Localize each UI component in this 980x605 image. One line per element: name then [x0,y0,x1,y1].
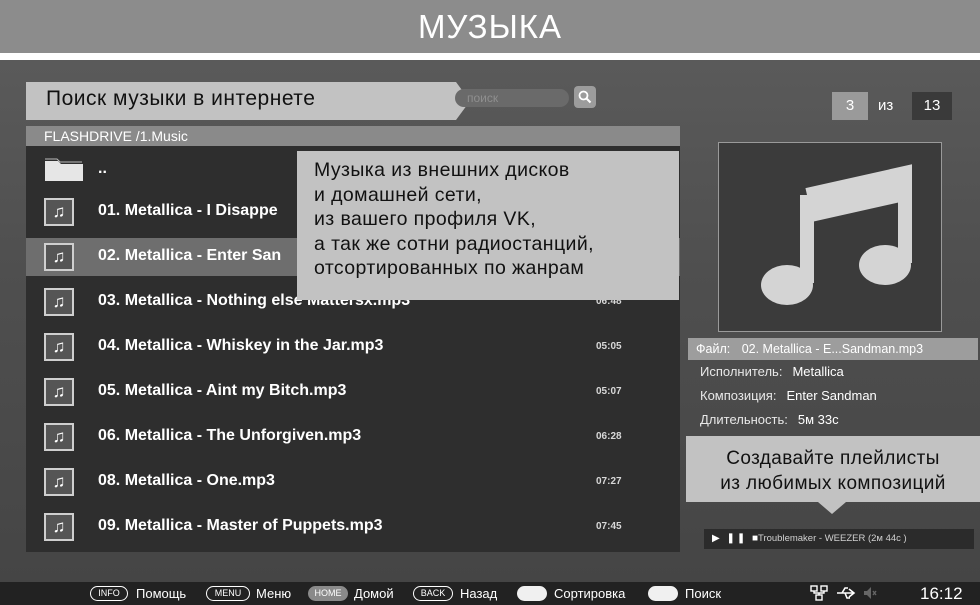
counter-current: 3 [832,92,868,120]
sort-hint[interactable]: Сортировка [554,582,625,605]
player-controls[interactable]: ▶ ❚❚ ■ [712,529,760,549]
track-duration: 05:05 [596,341,622,352]
parent-folder-label: .. [98,160,107,177]
back-key-icon: BACK [413,586,453,601]
callout-line: из вашего профиля VK, [314,208,537,230]
menu-hint[interactable]: Меню [256,582,291,605]
usb-icon [837,587,856,599]
duration-label: Длительность: [700,412,788,427]
artist-info-row: Исполнитель: Metallica [700,364,844,379]
track-name: 09. Metallica - Master of Puppets.mp3 [98,517,383,534]
music-note-icon: ♫ [44,513,74,541]
music-note-icon: ♫ [44,378,74,406]
yellow-key-icon [517,586,547,601]
track-duration: 06:28 [596,431,622,442]
volume-muted-icon [864,587,877,599]
music-screen: Поиск музыки в интернете поиск 3 из 13 F… [0,60,980,582]
counter-total: 13 [912,92,952,120]
playlist-callout-text: Создавайте плейлисты из любимых композиц… [686,446,980,496]
breadcrumb: FLASHDRIVE /1.Music [26,126,680,146]
track-name: 08. Metallica - One.mp3 [98,472,275,489]
callout-arrow [818,502,846,514]
blue-key-icon [648,586,678,601]
music-note-icon: ♫ [44,333,74,361]
track-name: 04. Metallica - Whiskey in the Jar.mp3 [98,337,384,354]
track-duration: 07:27 [596,476,622,487]
callout-line: отсортированных по жанрам [314,257,585,279]
search-hint-text: Поиск музыки в интернете [46,87,316,110]
counter-of-label: из [878,97,894,114]
page-header: МУЗЫКА [0,0,980,53]
music-note-icon: ♫ [44,243,74,271]
info-key-icon: INFO [90,586,128,601]
mini-player[interactable]: ▶ ❚❚ ■ Troublemaker - WEEZER (2м 44с ) [704,529,974,549]
network-icon [810,585,828,601]
callout-line: а так же сотни радиостанций, [314,232,594,255]
help-hint[interactable]: Помощь [136,582,186,605]
music-note-icon [761,164,912,305]
artist-label: Исполнитель: [700,364,783,379]
bottom-hint-bar: INFO Помощь MENU Меню HOME Домой BACK На… [0,582,980,605]
music-note-icon: ♫ [44,468,74,496]
home-key-icon: HOME [308,586,348,601]
callout-line: и домашней сети, [314,183,482,206]
music-note-icon: ♫ [44,288,74,316]
music-note-icon: ♫ [44,198,74,226]
search-hint[interactable]: Поиск [685,582,721,605]
search-button[interactable] [574,86,596,108]
search-icon [578,90,592,104]
track-name: 06. Metallica - The Unforgiven.mp3 [98,427,362,444]
sources-callout-text: Музыка из внешних дисков и домашней сети… [314,158,594,281]
list-item[interactable]: ♫ 09. Metallica - Master of Puppets.mp3 … [26,508,680,546]
folder-icon [45,158,83,181]
album-art [718,142,942,332]
duration-value: 5м 33с [797,412,839,427]
file-label: Файл: [696,342,731,356]
track-duration: 05:07 [596,386,622,397]
track-duration: 07:45 [596,521,622,532]
page-title: МУЗЫКА [417,8,563,45]
composition-info-row: Композиция: Enter Sandman [700,388,877,403]
list-item[interactable]: ♫ 05. Metallica - Aint my Bitch.mp3 05:0… [26,373,680,411]
search-input[interactable]: поиск [455,89,569,107]
list-item[interactable]: ♫ 04. Metallica - Whiskey in the Jar.mp3… [26,328,680,366]
list-item[interactable]: ♫ 06. Metallica - The Unforgiven.mp3 06:… [26,418,680,456]
home-hint[interactable]: Домой [354,582,394,605]
callout-line: Музыка из внешних дисков [314,159,570,181]
back-hint[interactable]: Назад [460,582,497,605]
track-name: 02. Metallica - Enter San [98,247,282,264]
track-name: 01. Metallica - I Disappe [98,202,278,219]
track-name: 05. Metallica - Aint my Bitch.mp3 [98,382,347,399]
callout-line: Создавайте плейлисты [726,448,940,469]
composition-label: Композиция: [700,388,777,403]
clock: 16:12 [920,584,963,603]
list-item[interactable]: ♫ 08. Metallica - One.mp3 07:27 [26,463,680,501]
callout-line: из любимых композиций [720,473,946,494]
music-note-icon: ♫ [44,423,74,451]
now-playing-track: Troublemaker - WEEZER (2м 44с ) [758,533,907,544]
artist-value: Metallica [792,364,844,379]
file-value: 02. Metallica - E...Sandman.mp3 [741,342,924,356]
menu-key-icon: MENU [206,586,250,601]
duration-info-row: Длительность: 5м 33с [700,412,839,427]
composition-value: Enter Sandman [786,388,877,403]
file-info-row: Файл: 02. Metallica - E...Sandman.mp3 [688,338,978,360]
